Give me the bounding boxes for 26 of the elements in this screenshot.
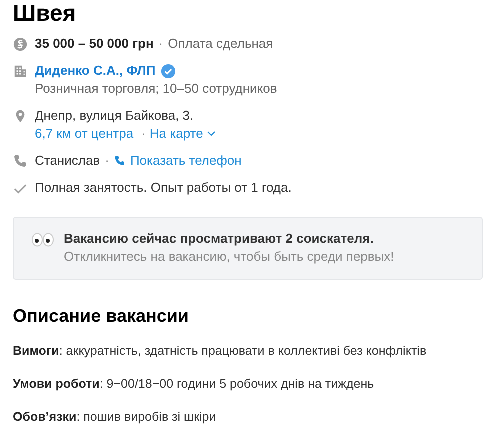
coin-icon bbox=[13, 37, 28, 52]
chevron-down-icon bbox=[207, 131, 216, 137]
map-link[interactable]: На карте bbox=[150, 125, 216, 143]
eyes-icon bbox=[32, 233, 54, 247]
payment-type: Оплата сдельная bbox=[168, 35, 274, 53]
phone-icon bbox=[114, 155, 126, 167]
notice-title: Вакансию сейчас просматривают 2 соискателя. bbox=[64, 230, 375, 248]
separator-dot: · bbox=[142, 125, 146, 143]
show-phone-link[interactable]: Показать телефон bbox=[114, 152, 242, 170]
employment-conditions: Полная занятость. Опыт работы от 1 года. bbox=[35, 179, 292, 197]
company-info: Розничная торговля; 10–50 сотрудников bbox=[35, 80, 278, 98]
phone-icon bbox=[13, 154, 28, 169]
address: Днепр, вулиця Байкова, 3. bbox=[35, 107, 195, 125]
description-paragraph: Умови роботи: 9−00/18−00 години 5 робочих днів на тиждень bbox=[13, 376, 376, 393]
salary-amount: 35 000 – 50 000 грн bbox=[35, 35, 154, 53]
distance-link[interactable]: 6,7 км от центра bbox=[35, 125, 134, 143]
separator-dot: · bbox=[105, 152, 110, 170]
job-title: Швея bbox=[13, 0, 78, 26]
contact-name: Станислав bbox=[35, 152, 100, 170]
company-link[interactable]: Диденко С.А., ФЛП bbox=[35, 62, 156, 80]
description-paragraph: Вимоги: аккуратність, здатність працювати в коллективі без конфліктів bbox=[13, 343, 428, 360]
section-heading: Описание вакансии bbox=[13, 306, 190, 327]
description-paragraph: Обов’язки: пошив виробів зі шкіри bbox=[13, 409, 218, 424]
building-icon bbox=[13, 64, 28, 79]
notice-subtitle: Откликнитесь на вакансию, чтобы быть среди первых! bbox=[64, 248, 394, 266]
separator-dot: · bbox=[158, 35, 164, 53]
